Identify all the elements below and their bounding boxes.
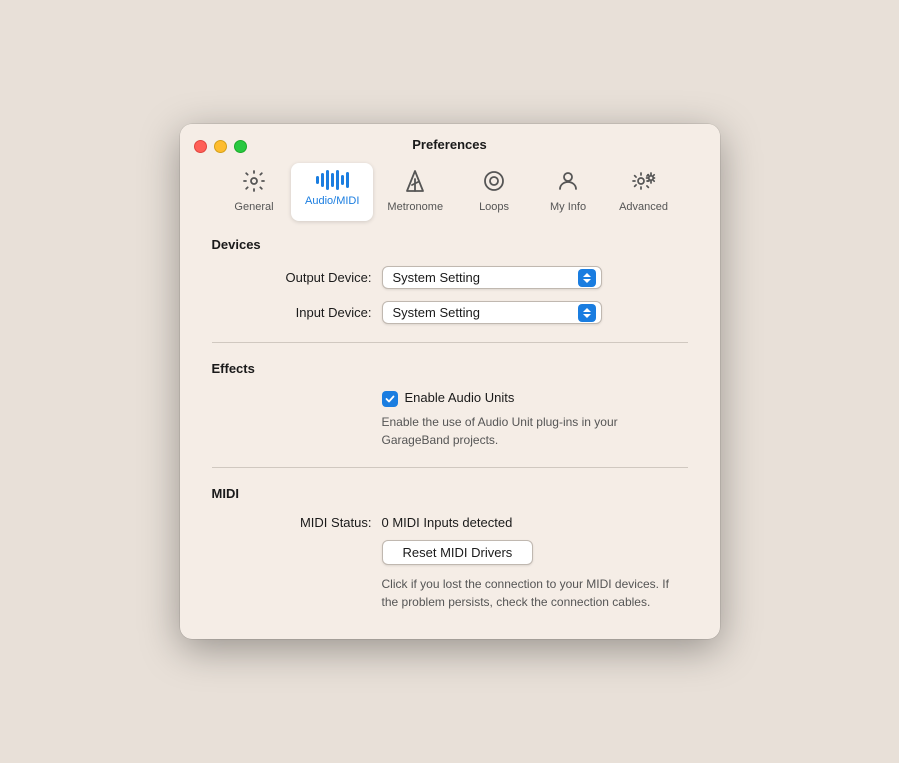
midi-description: Click if you lost the connection to your… (382, 575, 688, 611)
waveform-icon (316, 169, 349, 191)
gear-icon (242, 169, 266, 197)
close-button[interactable] (194, 140, 207, 153)
enable-audio-units-label: Enable Audio Units (405, 390, 515, 405)
tab-loops-label: Loops (479, 201, 509, 213)
output-device-select[interactable]: System Setting (382, 266, 602, 289)
input-device-select-wrapper: System Setting (382, 301, 602, 324)
tab-advanced[interactable]: Advanced (605, 163, 682, 221)
input-device-select[interactable]: System Setting (382, 301, 602, 324)
input-device-row: Input Device: System Setting (212, 301, 688, 324)
midi-status-row: MIDI Status: 0 MIDI Inputs detected (212, 515, 688, 530)
output-device-row: Output Device: System Setting (212, 266, 688, 289)
effects-section-title: Effects (212, 361, 688, 376)
output-device-select-wrapper: System Setting (382, 266, 602, 289)
midi-section-title: MIDI (212, 486, 688, 501)
tab-general[interactable]: General (217, 163, 291, 221)
maximize-button[interactable] (234, 140, 247, 153)
advanced-gear-icon (631, 169, 657, 197)
enable-audio-units-checkbox[interactable] (382, 391, 398, 407)
traffic-lights (194, 140, 247, 153)
loops-icon (482, 169, 506, 197)
tab-general-label: General (234, 201, 273, 213)
midi-status-label: MIDI Status: (212, 515, 372, 530)
tab-metronome-label: Metronome (387, 201, 443, 213)
midi-status-value: 0 MIDI Inputs detected (382, 515, 513, 530)
tab-metronome[interactable]: Metronome (373, 163, 457, 221)
tab-audio-midi[interactable]: Audio/MIDI (291, 163, 373, 221)
metronome-icon (403, 169, 427, 197)
divider-2 (212, 467, 688, 468)
enable-audio-units-description: Enable the use of Audio Unit plug-ins in… (382, 413, 688, 449)
window-title: Preferences (196, 138, 704, 151)
person-icon (556, 169, 580, 197)
content-area: Devices Output Device: System Setting In… (180, 221, 720, 639)
output-device-label: Output Device: (212, 270, 372, 285)
minimize-button[interactable] (214, 140, 227, 153)
tab-audio-midi-label: Audio/MIDI (305, 195, 359, 207)
tab-advanced-label: Advanced (619, 201, 668, 213)
tab-bar: General Audio/MIDI (196, 163, 704, 221)
devices-section-title: Devices (212, 237, 688, 252)
divider-1 (212, 342, 688, 343)
enable-audio-units-row: Enable Audio Units (382, 390, 688, 407)
input-device-label: Input Device: (212, 305, 372, 320)
tab-my-info[interactable]: My Info (531, 163, 605, 221)
preferences-window: Preferences General (180, 124, 720, 639)
reset-midi-drivers-button[interactable]: Reset MIDI Drivers (382, 540, 534, 565)
titlebar: Preferences General (180, 124, 720, 221)
tab-loops[interactable]: Loops (457, 163, 531, 221)
tab-my-info-label: My Info (550, 201, 586, 213)
